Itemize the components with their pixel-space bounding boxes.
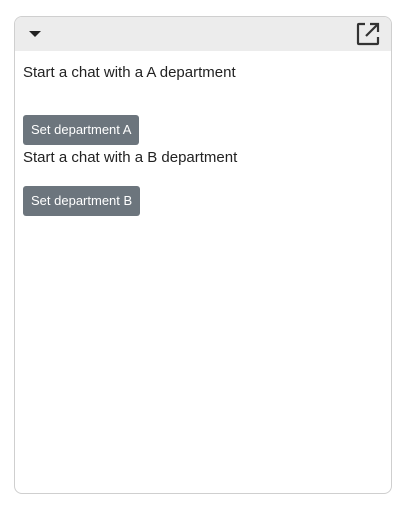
open-in-new-icon[interactable] bbox=[355, 21, 381, 47]
chat-widget: Start a chat with a A department Set dep… bbox=[14, 16, 392, 494]
set-department-b-button[interactable]: Set department B bbox=[23, 186, 141, 216]
widget-header bbox=[15, 17, 391, 51]
department-b-prompt: Start a chat with a B department bbox=[23, 149, 238, 166]
set-department-a-button[interactable]: Set department A bbox=[23, 115, 140, 145]
department-a-prompt: Start a chat with a A department bbox=[23, 64, 236, 81]
caret-down-icon[interactable] bbox=[27, 27, 43, 41]
